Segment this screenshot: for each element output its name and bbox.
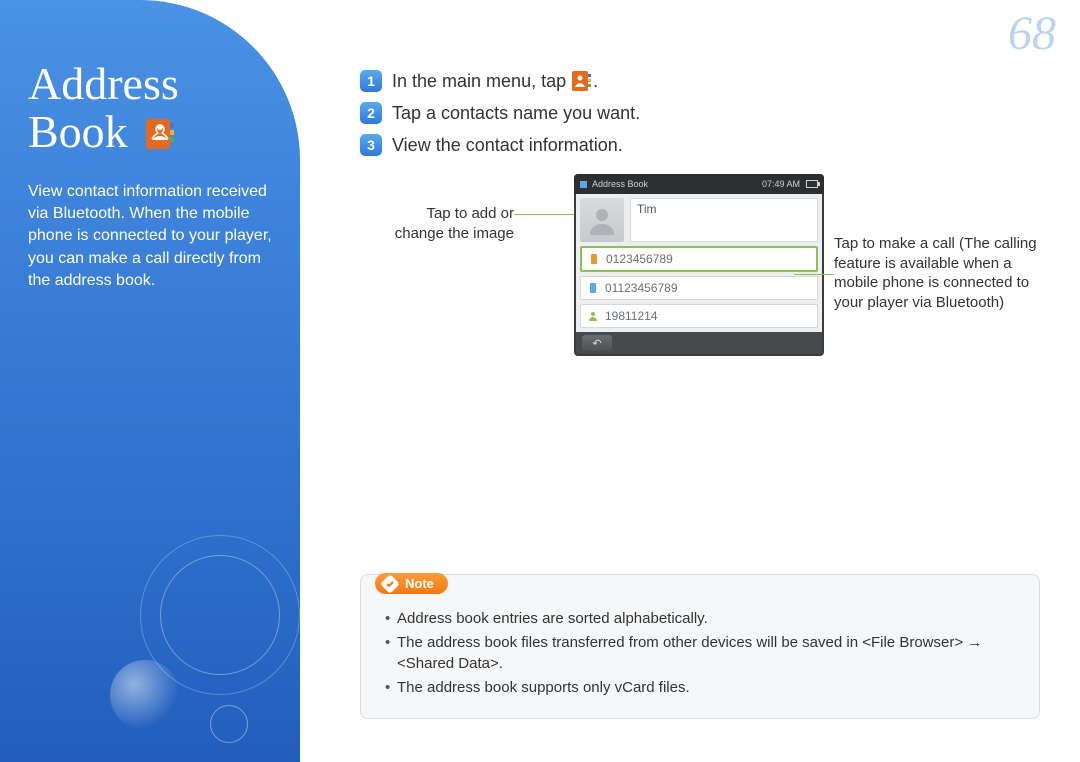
device-time: 07:49 AM: [762, 179, 800, 189]
sidebar-description: View contact information received via Bl…: [28, 181, 272, 293]
note-item: The address book files transferred from …: [379, 633, 1021, 674]
avatar[interactable]: [580, 198, 624, 242]
callout-line: [794, 274, 834, 275]
caption-right: Tap to make a call (The calling feature …: [834, 234, 1044, 312]
decor-circle: [210, 705, 248, 743]
battery-icon: [806, 180, 818, 188]
step-number-badge: 3: [360, 134, 382, 156]
address-book-icon: [143, 112, 177, 146]
device-mock: Address Book 07:49 AM Tim: [574, 174, 824, 356]
person-icon: [585, 203, 619, 237]
title-line2: Book: [28, 106, 128, 157]
step-number-badge: 2: [360, 102, 382, 124]
note-box: Note Address book entries are sorted alp…: [360, 574, 1040, 719]
caption-left: Tap to add or change the image: [374, 204, 514, 243]
main-content: 1 In the main menu, tap . 2 Tap a contac…: [360, 70, 1040, 719]
note-item: Address book entries are sorted alphabet…: [379, 609, 1021, 629]
mobile-icon: [588, 253, 600, 265]
step-number-badge: 1: [360, 70, 382, 92]
page-title: Address Book: [28, 60, 272, 157]
decor-circle: [110, 660, 180, 730]
step-2: 2 Tap a contacts name you want.: [360, 102, 1040, 124]
contact-name-field[interactable]: Tim: [630, 198, 818, 242]
note-icon: [381, 575, 399, 593]
callout-line: [514, 214, 574, 215]
contact-entry[interactable]: 01123456789: [580, 276, 818, 300]
title-line1: Address: [28, 58, 179, 109]
device-header: Address Book 07:49 AM: [574, 174, 824, 194]
step-text: View the contact information.: [392, 135, 623, 156]
step-text: In the main menu, tap .: [392, 70, 598, 92]
device-footer: ↶: [576, 332, 822, 354]
page-number: 68: [1008, 6, 1056, 61]
note-label: Note: [405, 576, 434, 591]
address-book-icon: [571, 70, 593, 92]
app-indicator-icon: [580, 181, 587, 188]
sidebar: Address Book View contact information re…: [0, 0, 300, 762]
contact-entry[interactable]: 0123456789: [580, 246, 818, 272]
contact-entry-value: 0123456789: [606, 252, 673, 266]
decor-circle: [160, 555, 280, 675]
step-text: Tap a contacts name you want.: [392, 103, 640, 124]
note-item: The address book supports only vCard fil…: [379, 678, 1021, 698]
device-body: Tim 0123456789 01123456789 19811214: [576, 194, 822, 332]
step-1: 1 In the main menu, tap .: [360, 70, 1040, 92]
back-button[interactable]: ↶: [582, 335, 612, 351]
note-badge: Note: [375, 573, 448, 594]
note-list: Address book entries are sorted alphabet…: [379, 609, 1021, 698]
mobile-icon: [587, 282, 599, 294]
device-header-title: Address Book: [592, 179, 648, 189]
screenshot-area: Tap to add or change the image Address B…: [374, 174, 1040, 374]
steps-list: 1 In the main menu, tap . 2 Tap a contac…: [360, 70, 1040, 156]
contact-entry-value: 19811214: [605, 309, 658, 323]
step-3: 3 View the contact information.: [360, 134, 1040, 156]
person-icon: [587, 310, 599, 322]
contact-entry[interactable]: 19811214: [580, 304, 818, 328]
contact-entry-value: 01123456789: [605, 281, 678, 295]
